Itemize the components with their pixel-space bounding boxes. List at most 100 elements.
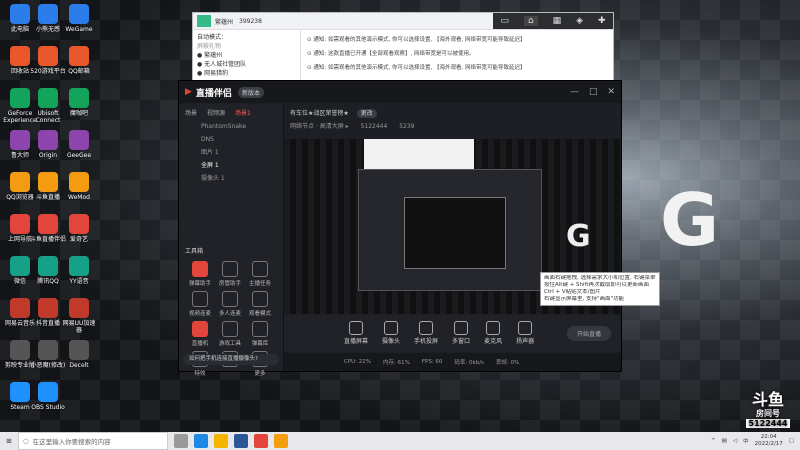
control-button[interactable]: 直播屏幕: [344, 321, 368, 345]
filter-label[interactable]: 屏蔽礼物: [197, 41, 296, 50]
preview-logo: G: [566, 219, 591, 254]
tool-item[interactable]: 多人连麦: [215, 291, 245, 317]
desktop-icon[interactable]: WeGame: [61, 4, 97, 33]
list-item[interactable]: ● 繁蕴州: [197, 50, 296, 59]
douyu-icon[interactable]: [254, 434, 268, 448]
tool-item[interactable]: 房管助手: [215, 261, 245, 287]
wallpaper-logo: G: [660, 178, 719, 262]
game-icon[interactable]: ◈: [576, 16, 583, 26]
app-icon: [69, 298, 89, 318]
tool-item[interactable]: 游戏工具: [215, 321, 245, 347]
tray-arrow-icon[interactable]: ^: [711, 438, 716, 444]
desktop-icon[interactable]: YY语音: [61, 256, 97, 285]
app-taskbar-icon[interactable]: [274, 434, 288, 448]
version-badge[interactable]: 新版本: [237, 86, 264, 98]
controller-icon[interactable]: ✚: [598, 16, 606, 26]
tab-item[interactable]: 场景1: [235, 108, 251, 117]
tab-item[interactable]: 场景: [185, 108, 197, 117]
start-live-button[interactable]: 开始直播: [566, 325, 611, 341]
tool-icon: [252, 261, 268, 277]
control-icon: [486, 321, 501, 335]
explorer-icon[interactable]: [214, 434, 228, 448]
toolbox-title: 工具箱: [185, 248, 204, 255]
room-title[interactable]: 有车位★战区荣誉榜★: [290, 110, 349, 117]
app-titlebar: ▶ 直播伴侣 新版本 — □ ✕: [179, 81, 621, 103]
tool-item[interactable]: 主播任务: [245, 261, 275, 287]
camera-tip[interactable]: 如何把手机连接直播摄像头?: [183, 354, 279, 365]
desktop-icon[interactable]: OBS Studio: [30, 382, 66, 411]
room-header: 有车位★战区荣誉榜★ 更改 网络节点 · 高清大屏 ▸ 5122444 5239: [284, 104, 621, 138]
tool-item[interactable]: 弹幕助手: [185, 261, 215, 287]
close-icon[interactable]: ✕: [607, 87, 615, 97]
video-icon[interactable]: ▭: [500, 16, 509, 26]
maximize-icon[interactable]: □: [589, 87, 598, 97]
network-icon[interactable]: ▤: [722, 438, 727, 444]
chat-nav: ▭ ⌂ ▦ ◈ ✚: [493, 13, 613, 29]
desktop-icon-label: 魔咖吧: [69, 110, 88, 117]
desktop-icon[interactable]: 爱奇艺: [61, 214, 97, 243]
app-icon: [38, 4, 58, 24]
scene-item[interactable]: DNS: [179, 133, 283, 146]
search-icon: ○: [23, 437, 29, 445]
tool-item[interactable]: 直播机: [185, 321, 215, 347]
app-icon: [10, 214, 30, 234]
app-title: 直播伴侣: [195, 88, 232, 99]
grid-icon[interactable]: ▦: [553, 16, 562, 26]
control-label: 直播屏幕: [344, 338, 369, 345]
lang-indicator[interactable]: 中: [743, 437, 749, 445]
chat-notices: ⊙ 通知: 如需观看的其他演示模式, 你可以选择设置, 【海外观看, 网络带宽可…: [303, 33, 613, 75]
desktop-icon[interactable]: GeeGee: [61, 130, 97, 159]
control-icon: [349, 321, 363, 335]
clock[interactable]: 22:04 2022/2/17: [755, 434, 783, 448]
scene-list: PhantomSnake DNS 图片 1 全屏 1 摄像头 1: [179, 120, 283, 185]
app-icon: [10, 340, 30, 360]
scene-item[interactable]: PhantomSnake: [179, 120, 283, 133]
desktop-icon[interactable]: WeMod: [61, 172, 97, 201]
control-button[interactable]: 多窗口: [452, 321, 470, 345]
desktop-icon[interactable]: 网易UU加速器: [61, 298, 97, 334]
tool-icon: [252, 291, 268, 307]
tool-label: 特效: [194, 371, 206, 377]
tool-item[interactable]: 观看模式: [245, 291, 275, 317]
notice-item: ⊙ 通知: 如需观看的其他演示模式, 你可以选择设置, 【海外观看, 网络带宽可…: [307, 37, 526, 43]
room-tag[interactable]: 更改: [356, 109, 377, 118]
tab-item[interactable]: 视频源: [207, 108, 225, 117]
control-button[interactable]: 麦克风: [484, 321, 502, 345]
notification-icon[interactable]: ▢: [789, 438, 794, 444]
volume-icon[interactable]: ◁: [733, 438, 737, 444]
tool-icon: [222, 261, 238, 277]
scene-item[interactable]: 图片 1: [179, 146, 283, 159]
control-icon: [518, 321, 533, 335]
app-icon: [69, 88, 89, 108]
chat-user-list: ● 繁蕴州 ● 无人城社管团队 ● 网易猎豹: [197, 50, 296, 77]
taskbar-search[interactable]: ○ 在这里输入你要搜索的内容: [18, 432, 168, 450]
app-icon: [69, 4, 89, 24]
edge-icon[interactable]: [194, 434, 208, 448]
control-button[interactable]: 扬声器: [516, 321, 534, 345]
control-button[interactable]: 摄像头: [382, 321, 400, 345]
minimize-icon[interactable]: —: [570, 87, 579, 97]
watermark-num: 5122444: [745, 419, 791, 428]
help-tooltip: 画面右键拖拽, 选择需求大小和位置, 右键菜单弹出层按住Alt键 + Shift…: [540, 272, 660, 306]
home-icon[interactable]: ⌂: [523, 16, 538, 26]
desktop-icon[interactable]: 魔咖吧: [61, 88, 97, 117]
app-icon: [10, 46, 30, 66]
likes-count: 5239: [399, 123, 415, 130]
scene-item[interactable]: 全屏 1: [179, 159, 283, 172]
tool-item[interactable]: 视频连麦: [185, 291, 215, 317]
avatar[interactable]: [197, 15, 211, 27]
scene-item[interactable]: 摄像头 1: [179, 172, 283, 185]
list-item[interactable]: ● 无人城社管团队: [197, 59, 296, 68]
app-icon: [38, 382, 58, 402]
control-button[interactable]: 手机投屏: [414, 321, 438, 345]
windows-start-icon[interactable]: ⊞: [0, 432, 18, 450]
taskview-icon[interactable]: [174, 434, 188, 448]
tool-icon: [222, 291, 238, 307]
app-icon: [10, 298, 30, 318]
list-item[interactable]: ● 网易猎豹: [197, 68, 296, 77]
tool-item[interactable]: 弹幕库: [245, 321, 275, 347]
desktop-icon[interactable]: Decelt: [61, 340, 97, 369]
store-icon[interactable]: [234, 434, 248, 448]
desktop-icon[interactable]: QQ邮箱: [61, 46, 97, 75]
room-sub[interactable]: 网络节点 · 高清大屏 ▸: [290, 123, 349, 130]
